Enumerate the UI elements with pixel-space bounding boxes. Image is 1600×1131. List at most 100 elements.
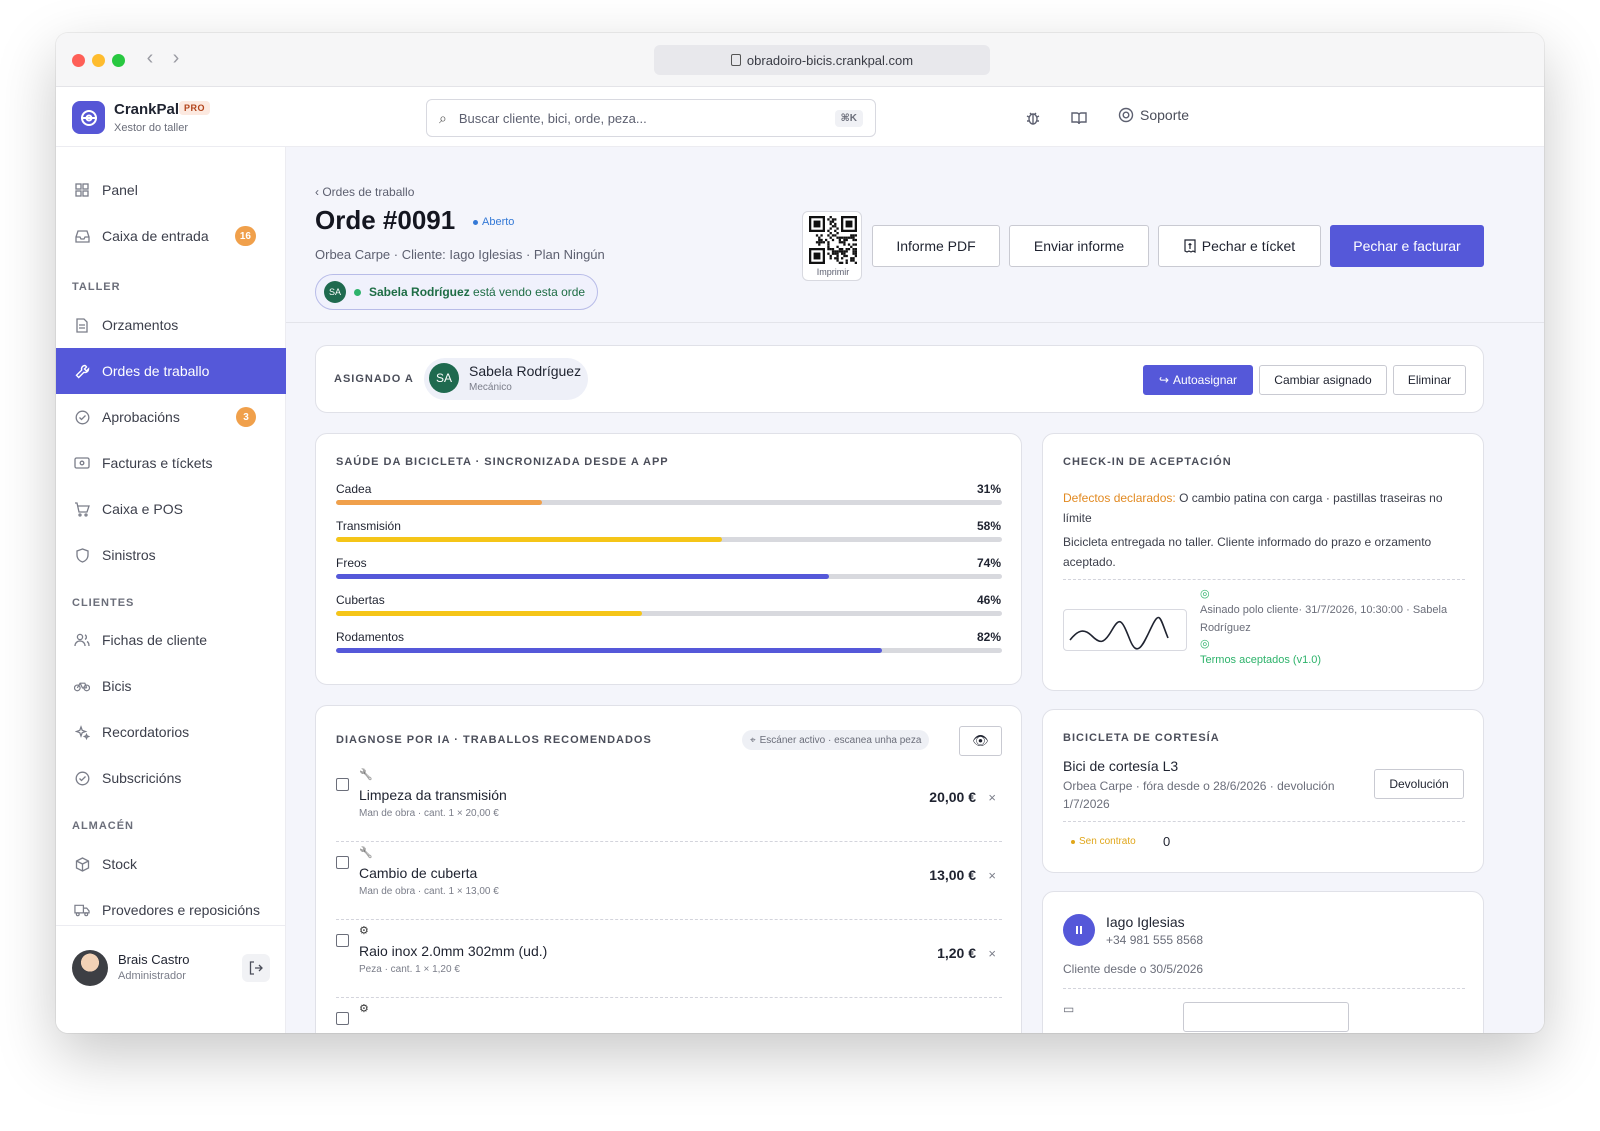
return-bike-button[interactable]: Devolución [1374, 769, 1464, 799]
sidebar-item-panel[interactable]: Panel [56, 167, 286, 213]
close-window-button[interactable] [72, 54, 85, 67]
docs-book-icon[interactable] [1068, 107, 1090, 129]
page-icon [730, 54, 741, 66]
courtesy-bike-details: Orbea Carpe · fóra desde o 28/6/2026 · d… [1063, 779, 1335, 811]
job-meta: Peza · cant. 1 × 1,20 € [359, 964, 460, 975]
sidebar-item-claims[interactable]: Sinistros [56, 532, 286, 578]
search-shortcut-hint: ⌘K [834, 109, 863, 127]
ai-diagnosis-title: DIAGNOSE POR IA · TRABALLOS RECOMENDADOS [336, 734, 652, 746]
sidebar-item-approvals[interactable]: Aprobacións 3 [56, 394, 286, 440]
close-and-invoice-button[interactable]: Pechar e facturar [1330, 225, 1484, 267]
job-checkbox[interactable] [336, 934, 349, 947]
print-qr-button[interactable]: Imprimir [802, 211, 862, 281]
brand-name: CrankPal [114, 101, 180, 118]
toggle-visibility-button[interactable]: 👁 [959, 726, 1002, 756]
defects-label: Defectos declarados: [1063, 491, 1176, 505]
remove-assignee-button[interactable]: Eliminar [1393, 365, 1466, 395]
support-label: Soporte [1140, 107, 1190, 123]
sidebar-item-stock[interactable]: Stock [56, 841, 286, 887]
maximize-window-button[interactable] [112, 54, 125, 67]
sidebar-item-label: Caixa e POS [102, 501, 183, 517]
job-checkbox[interactable] [336, 778, 349, 791]
send-report-button[interactable]: Enviar informe [1009, 225, 1149, 267]
close-and-ticket-button[interactable]: Pechar e tícket [1158, 225, 1321, 267]
job-checkbox[interactable] [336, 1012, 349, 1025]
sidebar-item-invoices[interactable]: Facturas e tíckets [56, 440, 286, 486]
customer-name[interactable]: Iago Iglesias [1106, 914, 1185, 930]
health-row-label: Rodamentos [336, 630, 405, 644]
address-bar[interactable]: obradoiro-bicis.crankpal.com [654, 45, 990, 75]
qr-code-icon [809, 216, 857, 264]
self-assign-button[interactable]: ↪ Autoasignar [1143, 365, 1253, 395]
remove-job-icon[interactable]: × [988, 946, 996, 961]
sidebar-item-reminders[interactable]: Recordatorios [56, 709, 286, 755]
cart-icon [74, 501, 90, 517]
user-role: Administrador [118, 970, 186, 982]
sidebar-item-quotes[interactable]: Orzamentos [56, 302, 286, 348]
section-taller: TALLER [72, 281, 121, 293]
declared-defects: Defectos declarados: O cambio patina con… [1063, 488, 1467, 528]
health-progress-bar [336, 574, 1002, 579]
section-almacen: ALMACÉN [72, 820, 134, 832]
forward-arrow-icon[interactable]: › [168, 47, 184, 70]
sidebar-item-bikes[interactable]: Bicis [56, 663, 286, 709]
contract-count: 0 [1163, 834, 1171, 849]
pdf-report-button[interactable]: Informe PDF [872, 225, 1000, 267]
viewer-text: Sabela Rodríguez está vendo esta orde [369, 285, 585, 299]
customer-phone[interactable]: +34 981 555 8568 [1106, 933, 1203, 947]
section-clientes: CLIENTES [72, 597, 135, 609]
support-link[interactable]: Soporte [1118, 107, 1189, 123]
job-price: 13,00 € [929, 867, 976, 883]
sidebar-item-pos[interactable]: Caixa e POS [56, 486, 286, 532]
health-row-label: Freos [336, 556, 367, 570]
health-progress-fill [336, 537, 723, 542]
contract-dot-icon [1071, 839, 1075, 844]
health-progress-fill [336, 611, 643, 616]
avatar: SA [324, 281, 346, 303]
avatar: SA [429, 363, 459, 393]
back-arrow-icon[interactable]: ‹ [142, 47, 158, 70]
global-search[interactable]: ⌕ ⌘K [426, 99, 876, 137]
remove-job-icon[interactable]: × [988, 790, 996, 805]
minimize-window-button[interactable] [92, 54, 105, 67]
sidebar-item-inbox[interactable]: Caixa de entrada 16 [56, 213, 286, 259]
close-ticket-label: Pechar e tícket [1201, 238, 1296, 254]
sidebar-item-label: Fichas de cliente [102, 632, 208, 648]
courtesy-bike-card: BICICLETA DE CORTESÍA Bici de cortesía L… [1042, 709, 1484, 873]
divider [1063, 988, 1465, 989]
sidebar-item-label: Sinistros [102, 547, 156, 563]
breadcrumb[interactable]: ‹ Ordes de traballo [315, 185, 414, 199]
search-input[interactable] [458, 110, 823, 126]
inbox-icon [74, 228, 90, 244]
sidebar-item-label: Orzamentos [102, 317, 179, 333]
customer-signature [1063, 609, 1187, 651]
signed-info: Asinado polo cliente· 31/7/2026, 10:30:0… [1200, 604, 1448, 634]
sidebar-item-label: Panel [102, 182, 138, 198]
sidebar-item-customer-files[interactable]: Fichas de cliente [56, 617, 286, 663]
logout-icon [249, 961, 263, 975]
approvals-count-badge: 3 [236, 407, 256, 427]
date-field[interactable] [1183, 1002, 1349, 1032]
brand-subtitle: Xestor do taller [114, 122, 188, 134]
sidebar-item-subscriptions[interactable]: Subscricións [56, 755, 286, 801]
job-checkbox[interactable] [336, 856, 349, 869]
job-row: 🔧 Limpeza da transmisión Man de obra · can… [336, 764, 1002, 842]
job-meta: Man de obra · cant. 1 × 13,00 € [359, 886, 499, 897]
logout-button[interactable] [242, 954, 270, 982]
checkin-card: CHECK-IN DE ACEPTACIÓN Defectos declarad… [1042, 433, 1484, 691]
document-icon [74, 317, 90, 333]
sidebar-item-work-orders[interactable]: Ordes de traballo [56, 348, 286, 394]
job-row: ⚙ [336, 998, 1002, 1033]
assignee-name: Sabela Rodríguez [469, 363, 582, 379]
order-subtitle: Orbea Carpe · Cliente: Iago Iglesias · P… [315, 247, 605, 262]
change-assignee-button[interactable]: Cambiar asignado [1259, 365, 1387, 395]
inbox-count-badge: 16 [234, 226, 256, 246]
crankpal-logo-icon[interactable] [72, 101, 105, 134]
remove-job-icon[interactable]: × [988, 868, 996, 883]
sidebar-item-label: Stock [102, 856, 138, 872]
bug-report-icon[interactable] [1022, 107, 1044, 129]
avatar[interactable] [1063, 914, 1095, 946]
gear-icon: ⚙ [359, 1003, 369, 1015]
page-title: Orde #0091 [315, 205, 456, 235]
avatar[interactable] [72, 950, 108, 986]
